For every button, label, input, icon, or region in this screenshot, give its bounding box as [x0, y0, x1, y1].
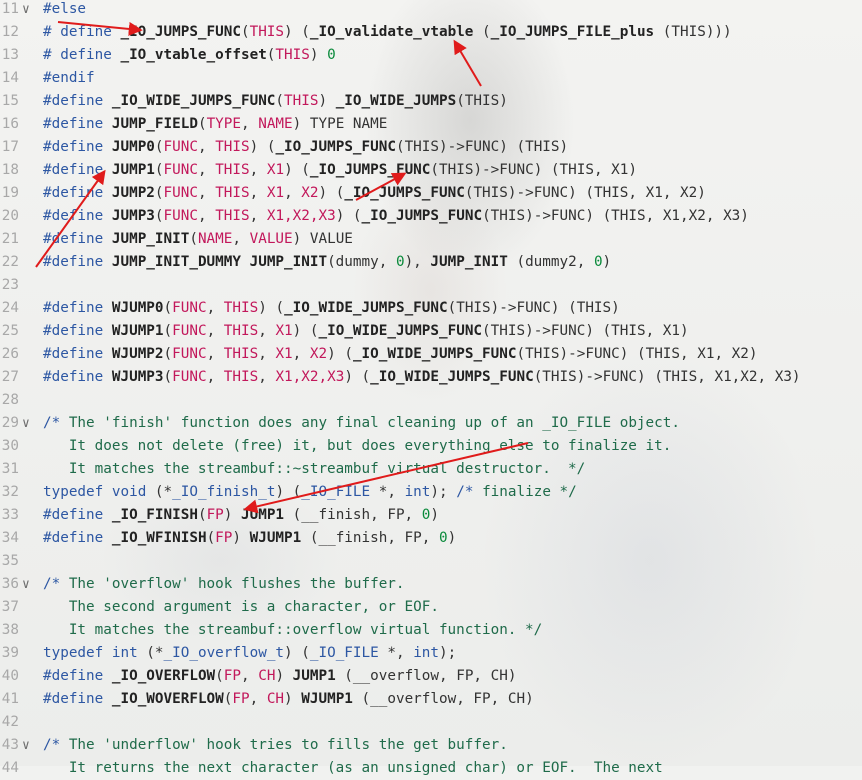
annotation-arrow: [57, 21, 143, 36]
annotation-arrows: [35, 21, 529, 514]
annotation-arrow: [355, 172, 407, 201]
annotation-arrow: [243, 442, 529, 514]
annotation-arrow: [35, 169, 106, 268]
annotation-arrow: [453, 39, 482, 87]
